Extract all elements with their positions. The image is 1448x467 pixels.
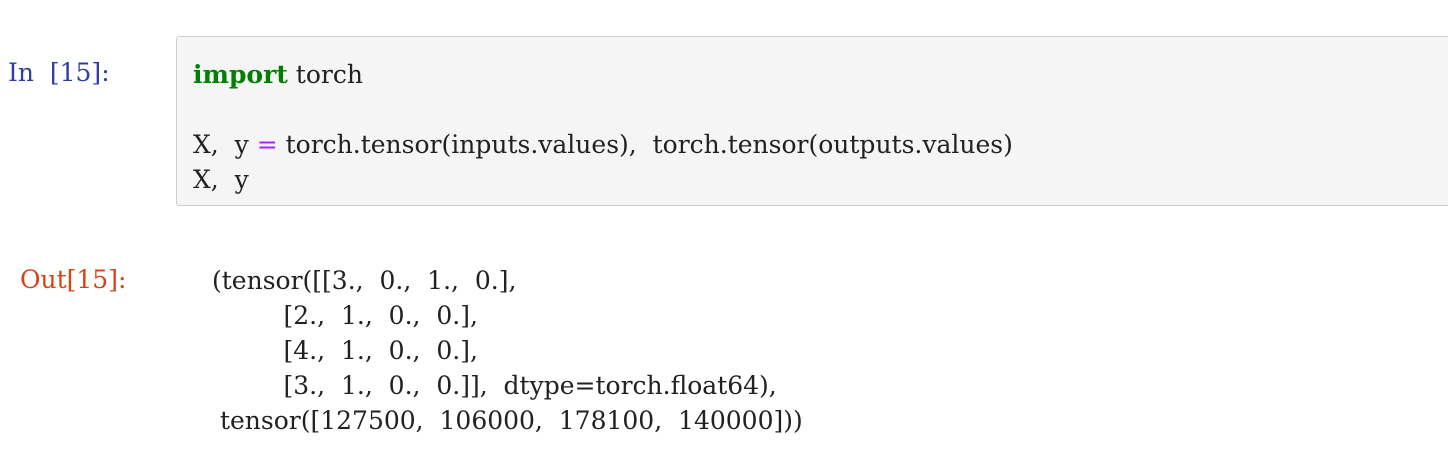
code-input-area[interactable]: import torch X, y = torch.tensor(inputs.v… xyxy=(176,36,1448,206)
output-line: [4., 1., 0., 0.], xyxy=(212,336,478,365)
output-line: [3., 1., 0., 0.]], dtype=torch.float64), xyxy=(212,371,777,400)
import-keyword: import xyxy=(193,60,288,89)
assign-value: torch.tensor(inputs.values), torch.tenso… xyxy=(277,130,1013,159)
output-line: (tensor([[3., 0., 1., 0.], xyxy=(212,266,517,295)
cell-output: (tensor([[3., 0., 1., 0.], [2., 1., 0., … xyxy=(212,263,803,438)
input-prompt: In [15]: xyxy=(8,58,110,87)
import-target: torch xyxy=(287,60,363,89)
code-line-3: X, y = torch.tensor(inputs.values), torc… xyxy=(193,127,1013,162)
code-editor[interactable]: import torch X, y = torch.tensor(inputs.v… xyxy=(193,57,1013,197)
assign-operator: = xyxy=(256,130,278,159)
assign-targets: X, y xyxy=(193,130,257,159)
output-line: tensor([127500, 106000, 178100, 140000])… xyxy=(212,406,803,435)
output-line: [2., 1., 0., 0.], xyxy=(212,301,478,330)
code-line-1: import torch xyxy=(193,57,1013,92)
code-line-4: X, y xyxy=(193,165,249,194)
notebook-cell: In [15]: import torch X, y = torch.tensor… xyxy=(0,0,1448,467)
output-prompt: Out[15]: xyxy=(20,265,127,294)
